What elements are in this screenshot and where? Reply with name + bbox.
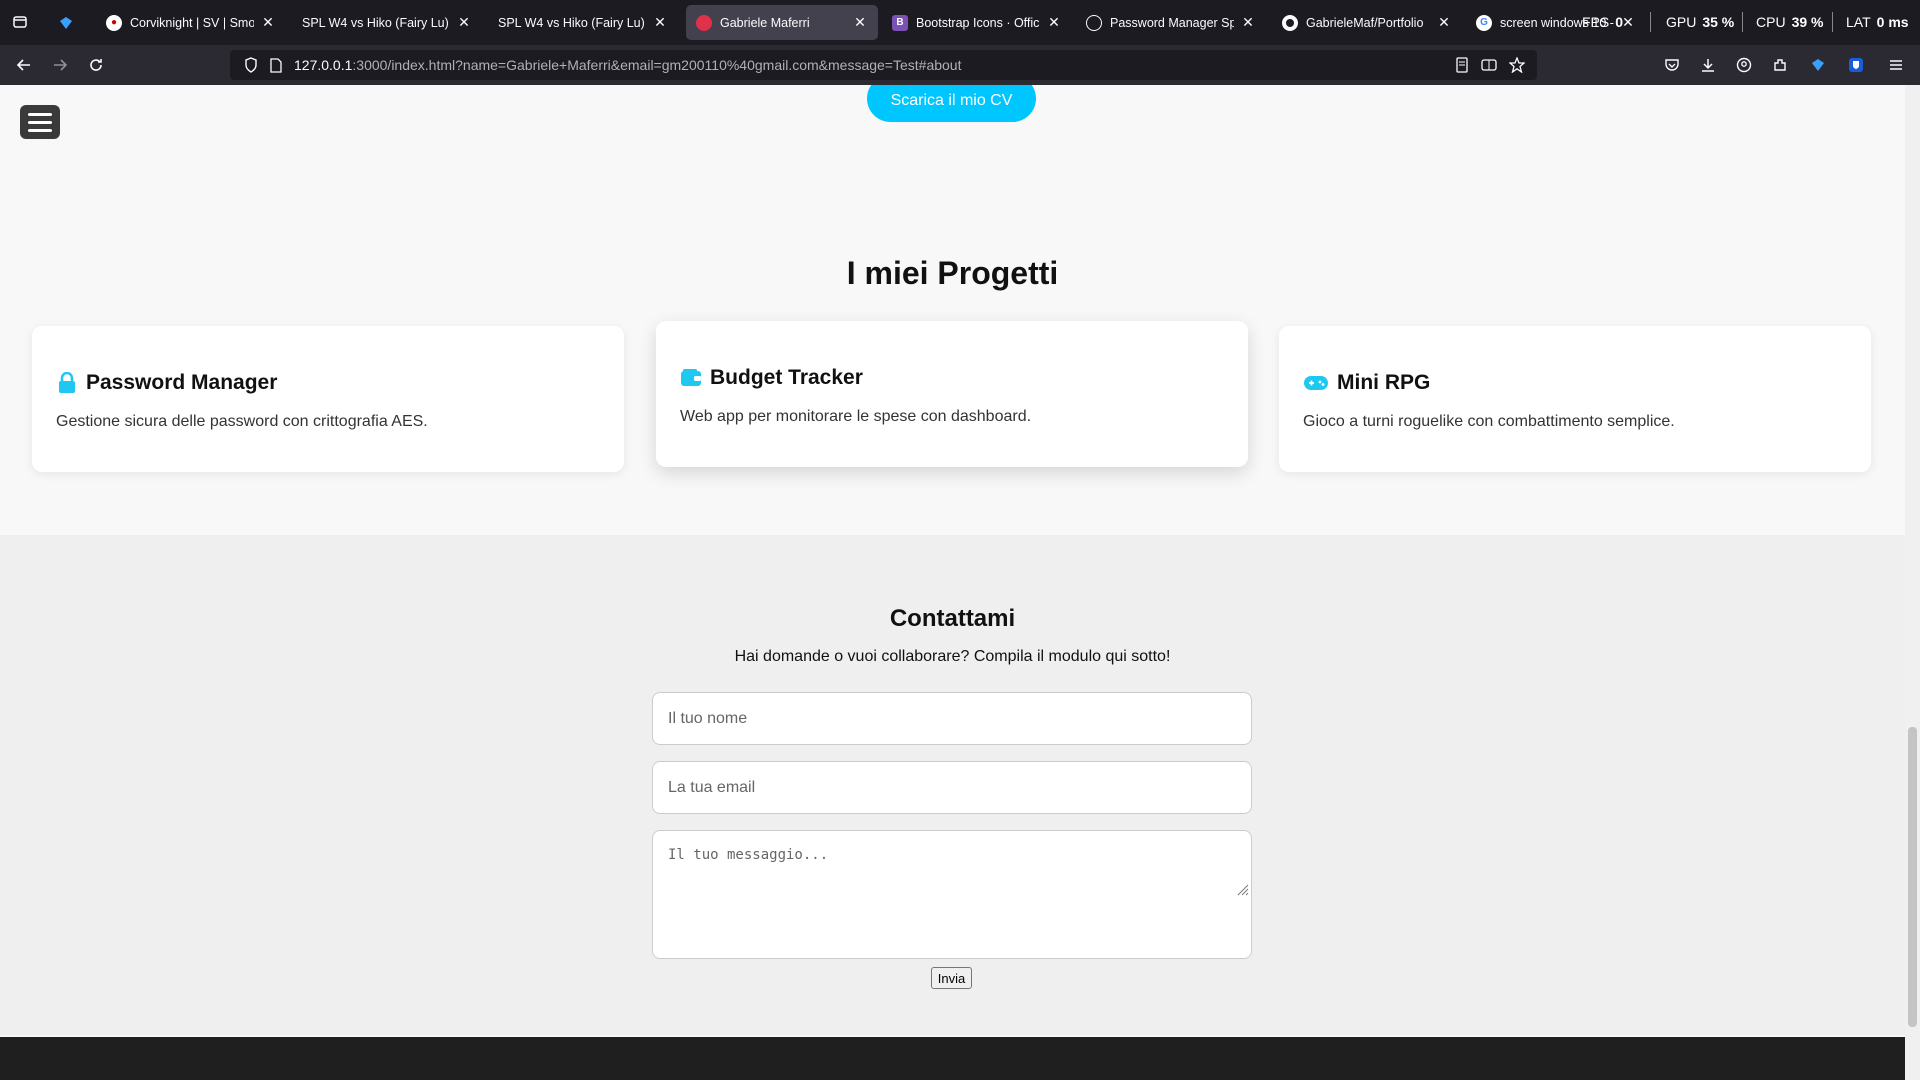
hamburger-line [28, 112, 52, 116]
controller-icon [1303, 372, 1329, 394]
page-viewport: Scarica il mio CV I miei Progetti Passwo… [0, 85, 1905, 1080]
name-input[interactable] [652, 692, 1252, 745]
page-footer [0, 1037, 1905, 1080]
project-title: Password Manager [56, 371, 600, 395]
address-bar-actions [1455, 56, 1526, 76]
tab-list-icon[interactable] [8, 8, 32, 36]
tab-title: Bootstrap Icons · Official o [916, 15, 1040, 30]
chatgpt-icon [1086, 14, 1102, 31]
tab-pinned[interactable] [48, 5, 88, 40]
contact-heading: Contattami [889, 605, 1016, 632]
hamburger-line [28, 120, 52, 124]
project-card-budget-tracker[interactable]: Budget Tracker Web app per monitorare le… [656, 321, 1248, 467]
close-icon[interactable]: ✕ [1240, 14, 1256, 31]
extensions-icon[interactable] [1766, 51, 1794, 79]
tab-bar: ● Corviknight | SV | Smogon ✕ SPL W4 vs … [0, 0, 1920, 45]
project-title: Budget Tracker [680, 366, 1224, 390]
wallet-icon [680, 367, 702, 389]
tab-gabriele-maferri[interactable]: Gabriele Maferri ✕ [686, 5, 878, 40]
lat-value: 0 ms [1876, 14, 1909, 30]
page-info-icon[interactable] [270, 57, 282, 73]
download-icon[interactable] [1694, 51, 1722, 79]
send-button[interactable]: Invia [931, 967, 972, 989]
project-description: Gioco a turni roguelike con combattiment… [1303, 413, 1675, 430]
close-icon[interactable]: ✕ [852, 14, 868, 31]
lat-readout: LAT 0 ms [1846, 14, 1909, 30]
project-title-text: Password Manager [86, 371, 278, 394]
pocket-icon[interactable] [1658, 51, 1686, 79]
gpu-readout: GPU 35 % [1666, 14, 1734, 30]
github-icon [1282, 14, 1298, 31]
url-host: 127.0.0.1 [294, 57, 353, 73]
bitwarden-icon[interactable] [1842, 51, 1870, 79]
gem-extension-icon[interactable] [1804, 51, 1832, 79]
google-icon: G [1476, 14, 1492, 31]
download-cv-button[interactable]: Scarica il mio CV [867, 85, 1036, 122]
back-icon[interactable] [10, 51, 38, 79]
gpu-value: 35 % [1702, 14, 1735, 30]
shield-icon[interactable] [244, 57, 258, 73]
project-description: Gestione sicura delle password con critt… [56, 413, 428, 430]
cpu-readout: CPU 39 % [1756, 14, 1823, 30]
hamburger-menu-button[interactable] [20, 105, 60, 139]
perf-divider [1650, 12, 1651, 32]
translate-icon[interactable] [1481, 57, 1497, 76]
lock-icon [56, 372, 78, 394]
project-title-text: Budget Tracker [710, 366, 863, 389]
message-textarea[interactable] [652, 830, 1252, 959]
tab-title: Gabriele Maferri [720, 15, 810, 30]
email-input[interactable] [652, 761, 1252, 814]
project-title-text: Mini RPG [1337, 371, 1431, 394]
perf-divider [1832, 12, 1833, 32]
gpu-label: GPU [1666, 14, 1697, 30]
tab-github[interactable]: GabrieleMaf/Portfolio ✕ [1272, 5, 1462, 40]
smogon-icon: ● [106, 14, 122, 31]
hamburger-line [28, 128, 52, 132]
contact-subtitle: Hai domande o vuoi collaborare? Compila … [734, 648, 1171, 665]
tab-title: SPL W4 vs Hiko (Fairy Lu) [498, 15, 645, 30]
gem-icon [58, 15, 74, 31]
project-description: Web app per monitorare le spese con dash… [680, 408, 1032, 425]
tab-title: GabrieleMaf/Portfolio [1306, 15, 1424, 30]
forward-icon[interactable] [46, 51, 74, 79]
tab-title: Password Manager Specifi [1110, 15, 1234, 30]
cpu-label: CPU [1756, 14, 1786, 30]
fps-readout: FPS 0 [1582, 14, 1623, 30]
url-path: :3000/index.html?name=Gabriele+Maferri&e… [352, 57, 962, 73]
textarea-resize-handle[interactable] [1235, 882, 1249, 896]
site-icon [696, 14, 712, 31]
project-card-password-manager[interactable]: Password Manager Gestione sicura delle p… [32, 326, 624, 472]
fps-label: FPS [1582, 14, 1610, 30]
perf-divider [1742, 12, 1743, 32]
tab-title: Corviknight | SV | Smogon [130, 15, 254, 30]
close-icon[interactable]: ✕ [652, 14, 668, 31]
projects-heading: I miei Progetti [846, 255, 1059, 291]
tab-title: SPL W4 vs Hiko (Fairy Lu) [302, 15, 449, 30]
reader-view-icon[interactable] [1455, 57, 1469, 76]
bootstrap-icon: B [892, 14, 908, 31]
close-icon[interactable]: ✕ [1046, 14, 1062, 31]
page-scrollbar[interactable] [1905, 85, 1920, 1080]
project-card-mini-rpg[interactable]: Mini RPG Gioco a turni roguelike con com… [1279, 326, 1871, 472]
tab-spl-2[interactable]: SPL W4 vs Hiko (Fairy Lu) ✕ [488, 5, 678, 40]
bookmark-star-icon[interactable] [1508, 56, 1526, 76]
navigation-toolbar: 127.0.0.1:3000/index.html?name=Gabriele+… [0, 45, 1920, 85]
project-title: Mini RPG [1303, 371, 1847, 395]
close-icon[interactable]: ✕ [456, 14, 472, 31]
lat-label: LAT [1846, 14, 1871, 30]
contact-section: Contattami Hai domande o vuoi collaborar… [0, 535, 1905, 1035]
close-icon[interactable]: ✕ [1436, 14, 1452, 31]
cpu-value: 39 % [1791, 14, 1824, 30]
tab-bootstrap-icons[interactable]: B Bootstrap Icons · Official o ✕ [882, 5, 1072, 40]
tab-password-manager-spec[interactable]: Password Manager Specifi ✕ [1076, 5, 1266, 40]
menu-icon[interactable] [1882, 51, 1910, 79]
scrollbar-thumb[interactable] [1908, 727, 1917, 1027]
fps-value: 0 [1615, 14, 1624, 30]
address-bar[interactable]: 127.0.0.1:3000/index.html?name=Gabriele+… [230, 50, 1537, 80]
reload-icon[interactable] [82, 51, 110, 79]
tab-smogon[interactable]: ● Corviknight | SV | Smogon ✕ [96, 5, 286, 40]
tab-spl-1[interactable]: SPL W4 vs Hiko (Fairy Lu) ✕ [292, 5, 482, 40]
close-icon[interactable]: ✕ [260, 14, 276, 31]
account-icon[interactable] [1730, 51, 1758, 79]
